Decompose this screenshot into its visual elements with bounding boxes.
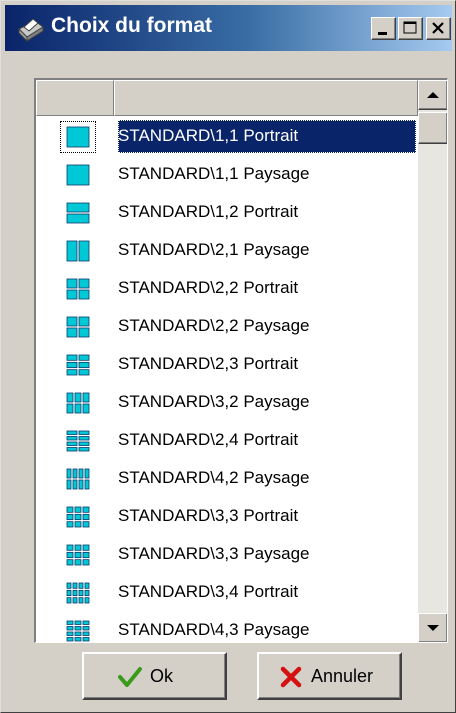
page-layout-icon (66, 164, 90, 186)
ok-button-label: Ok (150, 666, 174, 686)
red-x-icon (280, 666, 302, 688)
page-layout-icon (66, 278, 90, 300)
list-item-label: STANDARD\3,4 Portrait (118, 582, 299, 601)
list-item[interactable]: STANDARD\2,2 Paysage (36, 308, 418, 346)
close-button[interactable] (426, 17, 451, 40)
cancel-button-label: Annuler (311, 666, 374, 686)
scroll-up-button[interactable] (418, 80, 447, 110)
list-item-label: STANDARD\3,2 Paysage (118, 392, 310, 411)
list-item-label: STANDARD\3,3 Portrait (118, 506, 299, 525)
arrow-down-icon (427, 625, 439, 631)
list-item[interactable]: STANDARD\3,2 Paysage (36, 384, 418, 422)
page-layout-icon (66, 126, 90, 148)
minimize-button[interactable] (371, 17, 396, 40)
page-layout-icon (66, 240, 90, 262)
list-item-label: STANDARD\2,1 Paysage (118, 240, 310, 259)
column-header-icon[interactable] (36, 80, 114, 116)
page-layout-icon (66, 582, 90, 604)
arrow-up-icon (427, 92, 439, 98)
list-item-label: STANDARD\4,3 Paysage (118, 620, 310, 639)
page-layout-icon (66, 202, 90, 224)
list-item-label: STANDARD\1,2 Portrait (118, 202, 299, 221)
list-item[interactable]: STANDARD\4,2 Paysage (36, 460, 418, 498)
list-item[interactable]: STANDARD\2,4 Portrait (36, 422, 418, 460)
list-item-label: STANDARD\1,1 Portrait (118, 126, 299, 145)
checkmark-icon (118, 667, 142, 687)
close-icon (432, 22, 444, 34)
list-item-label: STANDARD\2,3 Portrait (118, 354, 299, 373)
column-header-name[interactable] (114, 80, 418, 116)
list-item[interactable]: STANDARD\1,1 Portrait (36, 118, 418, 156)
list-item[interactable]: STANDARD\3,4 Portrait (36, 574, 418, 612)
list-item-label: STANDARD\4,2 Paysage (118, 468, 310, 487)
list-item-label: STANDARD\1,1 Paysage (118, 164, 310, 183)
cancel-button[interactable]: Annuler (257, 652, 402, 700)
window-title: Choix du format (51, 14, 212, 37)
page-layout-icon (66, 468, 90, 490)
page-layout-icon (66, 392, 90, 414)
page-layout-icon (66, 620, 90, 642)
scroll-thumb[interactable] (418, 112, 447, 144)
list-item[interactable]: STANDARD\2,2 Portrait (36, 270, 418, 308)
list-item[interactable]: STANDARD\1,2 Portrait (36, 194, 418, 232)
format-list[interactable]: STANDARD\1,1 Portrait STANDARD\1,1 Paysag… (34, 78, 448, 643)
list-item-label: STANDARD\2,4 Portrait (118, 430, 299, 449)
list-header (36, 80, 418, 118)
list-item[interactable]: STANDARD\2,3 Portrait (36, 346, 418, 384)
list-item-label: STANDARD\2,2 Paysage (118, 316, 310, 335)
minimize-icon (378, 32, 387, 35)
list-item[interactable]: STANDARD\1,1 Paysage (36, 156, 418, 194)
maximize-icon (403, 21, 417, 34)
list-item-label: STANDARD\2,2 Portrait (118, 278, 299, 297)
scroll-down-button[interactable] (418, 613, 447, 642)
page-layout-icon (66, 506, 90, 528)
printer-icon (18, 18, 44, 43)
vertical-scrollbar[interactable] (418, 80, 447, 642)
list-item[interactable]: STANDARD\3,3 Paysage (36, 536, 418, 574)
maximize-button[interactable] (398, 17, 423, 40)
list-item[interactable]: STANDARD\4,3 Paysage (36, 612, 418, 642)
title-bar[interactable]: Choix du format (5, 5, 452, 51)
list-item-label: STANDARD\3,3 Paysage (118, 544, 310, 563)
page-layout-icon (66, 354, 90, 376)
page-layout-icon (66, 544, 90, 566)
page-layout-icon (66, 316, 90, 338)
list-item[interactable]: STANDARD\3,3 Portrait (36, 498, 418, 536)
dialog-window: Choix du format STANDARD\1,1 Portrait STA… (0, 0, 456, 713)
page-layout-icon (66, 430, 90, 452)
list-item[interactable]: STANDARD\2,1 Paysage (36, 232, 418, 270)
ok-button[interactable]: Ok (82, 652, 227, 700)
